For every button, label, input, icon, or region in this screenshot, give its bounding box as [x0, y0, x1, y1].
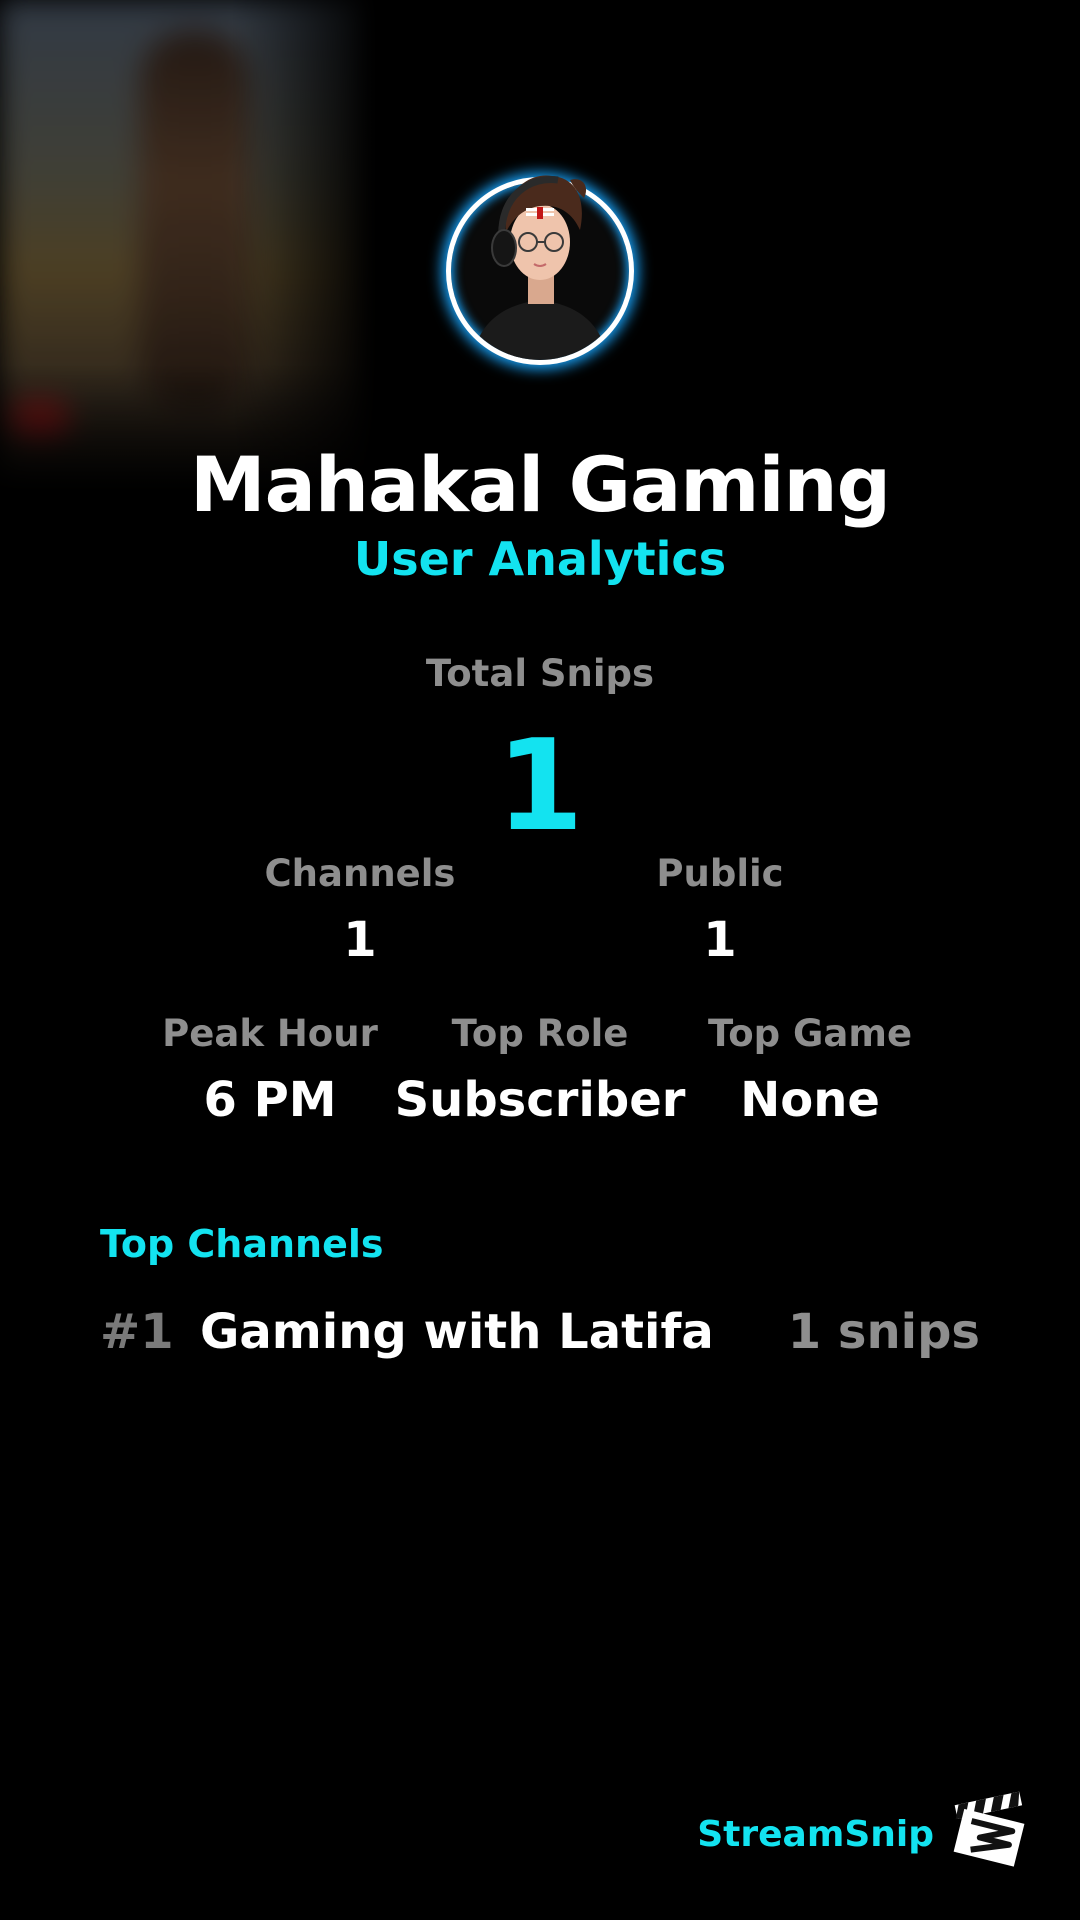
top-role-value: Subscriber — [394, 1072, 686, 1128]
public-label: Public — [656, 852, 784, 895]
channels-value: 1 — [343, 912, 377, 968]
page-subtitle: User Analytics — [353, 532, 727, 586]
peak-hour-label: Peak Hour — [162, 1012, 378, 1055]
total-snips-label: Total Snips — [425, 652, 655, 695]
analytics-card: Mahakal Gaming User Analytics Total Snip… — [0, 0, 1080, 1920]
total-snips-value: 1 — [496, 712, 584, 859]
peak-hour-value: 6 PM — [203, 1072, 337, 1128]
channel-rank: #1 — [100, 1304, 174, 1360]
public-value: 1 — [703, 912, 737, 968]
channel-name: Gaming with Latifa — [200, 1304, 714, 1360]
brand-name: StreamSnip — [697, 1814, 934, 1855]
clapperboard-logo-icon — [953, 1791, 1025, 1867]
top-game-value: None — [740, 1072, 880, 1128]
top-channels-title: Top Channels — [100, 1222, 384, 1266]
avatar — [470, 175, 610, 360]
top-game-label: Top Game — [707, 1012, 913, 1055]
channel-snip-count: 1 snips — [787, 1304, 980, 1360]
user-name: Mahakal Gaming — [189, 440, 891, 529]
top-role-label: Top Role — [451, 1012, 629, 1055]
channels-label: Channels — [264, 852, 456, 895]
